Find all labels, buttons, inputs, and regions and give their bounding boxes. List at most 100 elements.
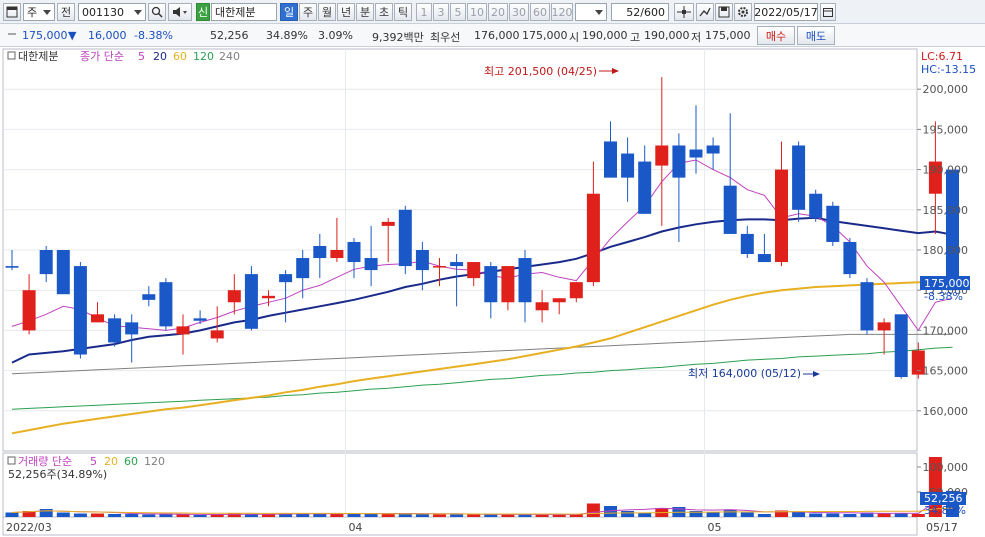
tab-period-year[interactable]: 년 <box>337 3 355 21</box>
chart-type-select[interactable]: 주 <box>23 3 55 21</box>
candle-body <box>125 322 139 335</box>
candle-body <box>227 290 241 303</box>
crosshair-button[interactable] <box>674 3 694 21</box>
price-chart[interactable]: 200,000 195,000 190,000 185,000 180,000 175,0… <box>0 47 985 537</box>
sell-button[interactable]: 매도 <box>797 26 835 45</box>
price-tick-label: 190,000 <box>923 164 969 177</box>
tab-period-second[interactable]: 초 <box>375 3 393 21</box>
legend-ma60: 60 <box>173 50 187 63</box>
candle-body <box>535 302 549 311</box>
lc-value: LC:6.71 <box>921 50 963 63</box>
volume-bar <box>125 514 139 517</box>
stock-code-input[interactable]: 001130 <box>78 3 146 21</box>
candle-body <box>176 326 190 335</box>
calendar-icon <box>823 8 833 17</box>
hc-value: HC:-13.15 <box>921 63 976 76</box>
candle-body <box>689 149 703 158</box>
volume-bar <box>108 514 122 517</box>
volume-bar <box>911 514 925 517</box>
volume-bar <box>73 513 87 517</box>
candle-body <box>22 290 36 331</box>
data-count-field[interactable]: 52/600 <box>611 3 669 21</box>
interval-60[interactable]: 60 <box>530 3 550 21</box>
window-menu-button[interactable] <box>3 3 21 21</box>
volume-bar <box>826 513 840 517</box>
candle-body <box>39 250 53 275</box>
volume-bar <box>877 513 891 517</box>
volume-bar <box>347 514 361 517</box>
tab-period-day[interactable]: 일 <box>280 3 298 21</box>
candle-body <box>757 254 771 263</box>
volume-legend-ma120: 120 <box>144 455 165 468</box>
dash-marker <box>8 29 19 42</box>
price-tick-label: 195,000 <box>923 123 969 136</box>
save-button[interactable] <box>715 3 733 21</box>
tab-period-minute[interactable]: 분 <box>356 3 374 21</box>
candle-body <box>723 185 737 234</box>
best-bid: 175,000 <box>522 29 568 42</box>
candle-body <box>792 145 806 210</box>
interval-5[interactable]: 5 <box>450 3 466 21</box>
chart-type-value: 주 <box>27 6 38 19</box>
volume-bar <box>56 512 70 517</box>
volume-bar <box>262 514 275 517</box>
best-quote-label: 최우선 <box>430 31 461 44</box>
candle-body <box>518 258 532 303</box>
tab-period-tick[interactable]: 틱 <box>394 3 412 21</box>
legend-ma240: 240 <box>219 50 240 63</box>
volume-bar <box>193 515 207 517</box>
volume-bar <box>39 509 53 517</box>
interval-120[interactable]: 120 <box>551 3 573 21</box>
trend-tool-button[interactable] <box>696 3 714 21</box>
interval-10[interactable]: 10 <box>467 3 487 21</box>
volume-bar <box>757 514 771 517</box>
legend-ma5: 5 <box>138 50 145 63</box>
candle-body <box>860 282 874 331</box>
volume-current-text: 52,256주(34.89%) <box>8 468 107 481</box>
candle-body <box>330 250 344 259</box>
volume-bar <box>433 514 446 517</box>
candle-body <box>604 141 617 178</box>
dash-icon <box>8 33 16 35</box>
candle-body <box>56 250 70 295</box>
low-annotation: 최저 164,000 (05/12) <box>688 367 801 380</box>
settings-button[interactable] <box>734 3 752 21</box>
interval-custom-select[interactable] <box>575 3 607 21</box>
volume-bar <box>450 514 464 517</box>
candle-body <box>108 318 122 343</box>
tab-period-week[interactable]: 주 <box>299 3 317 21</box>
prev-button[interactable]: 전 <box>57 3 75 21</box>
search-button[interactable] <box>148 3 166 21</box>
buy-button[interactable]: 매수 <box>757 26 795 45</box>
price-change: 16,000 <box>88 29 127 42</box>
volume-bar <box>364 514 378 517</box>
quote-bar: 175,000 ▼ 16,000 -8.38% 52,256 34.89% 3.… <box>0 24 985 47</box>
chart-area[interactable]: 200,000 195,000 190,000 185,000 180,000 175,0… <box>0 47 985 537</box>
volume-bar <box>176 514 190 517</box>
volume-bar <box>552 515 566 517</box>
candle-body <box>433 266 446 268</box>
calendar-button[interactable] <box>820 3 836 21</box>
interval-20[interactable]: 20 <box>488 3 508 21</box>
candle-body <box>569 282 583 299</box>
candle-body <box>313 245 327 259</box>
save-icon <box>718 6 730 18</box>
tab-period-month[interactable]: 월 <box>318 3 336 21</box>
interval-3[interactable]: 3 <box>433 3 449 21</box>
volume-bar <box>740 512 754 517</box>
volume-legend-ma60: 60 <box>124 455 138 468</box>
current-change-label: -8.38% <box>924 290 963 303</box>
interval-30[interactable]: 30 <box>509 3 529 21</box>
interval-1[interactable]: 1 <box>416 3 432 21</box>
turnover-rate: 3.09% <box>318 29 353 42</box>
toolbar-main: 주 전 001130 신 대한제분 일 주 월 년 분 초 틱 1 3 5 10… <box>0 0 985 24</box>
legend-ma120: 120 <box>193 50 214 63</box>
sound-button[interactable] <box>168 3 192 21</box>
legend-ma-title: 종가 단순 <box>80 50 124 63</box>
date-field[interactable]: 2022/05/17 <box>754 3 818 21</box>
volume-legend-title: 거래량 단순 <box>18 455 72 468</box>
volume-bar <box>621 511 635 517</box>
down-triangle-icon: ▼ <box>68 29 77 42</box>
volume-bar <box>91 513 104 517</box>
candle-body <box>467 262 481 279</box>
